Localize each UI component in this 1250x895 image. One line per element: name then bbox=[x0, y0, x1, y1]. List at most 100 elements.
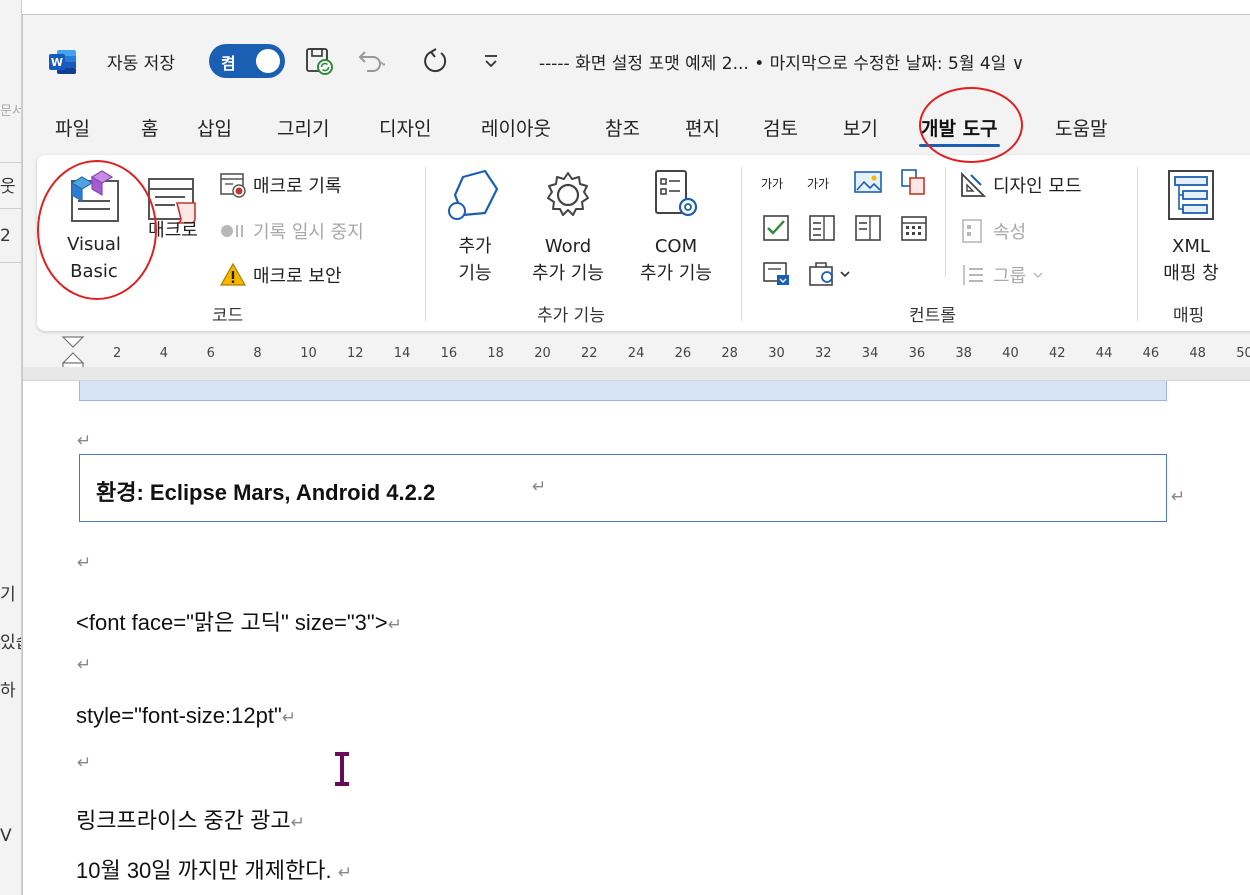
paragraph-mark: ↵ bbox=[77, 431, 92, 451]
save-icon[interactable] bbox=[303, 45, 335, 77]
tab-mailings[interactable]: 편지 bbox=[683, 115, 722, 151]
picture-control-icon[interactable] bbox=[853, 169, 883, 197]
properties-button[interactable]: 속성 bbox=[959, 217, 1026, 245]
title-bar: W 자동 저장 켬 ----- 화면 설정 포맷 예제 2... • 마지막으로… bbox=[23, 15, 1250, 107]
addins-icon bbox=[448, 169, 499, 220]
bg-text-fragment: 문서 bbox=[0, 104, 22, 119]
xml-mapping-pane-button[interactable]: XML 매핑 창 bbox=[1147, 165, 1235, 287]
xml-label-2: 매핑 창 bbox=[1163, 263, 1219, 284]
tab-view[interactable]: 보기 bbox=[841, 115, 880, 151]
gear-icon bbox=[547, 172, 589, 216]
bg-divider bbox=[0, 162, 21, 163]
document-title[interactable]: ----- 화면 설정 포맷 예제 2... • 마지막으로 수정한 날짜: 5… bbox=[539, 49, 1024, 74]
macro-security-label: 매크로 보안 bbox=[253, 266, 342, 287]
shaded-paragraph-box bbox=[79, 381, 1167, 401]
ruler-number: 44 bbox=[1095, 346, 1113, 361]
rich-text-control-button[interactable]: 가가 bbox=[761, 175, 783, 192]
undo-icon[interactable] bbox=[353, 45, 385, 77]
tab-references[interactable]: 참조 bbox=[603, 115, 642, 151]
customize-toolbar-icon[interactable] bbox=[475, 45, 507, 77]
paragraph-mark: ↵ bbox=[387, 615, 402, 634]
ruler-number: 28 bbox=[721, 346, 738, 361]
text-cursor-icon bbox=[335, 752, 349, 786]
ruler-number: 16 bbox=[440, 346, 458, 361]
pause-recording-button[interactable]: 기록 일시 중지 bbox=[219, 217, 364, 245]
plain-text-control-button[interactable]: 가가 bbox=[807, 175, 829, 192]
ribbon-tabs: 파일 홈 삽입 그리기 디자인 레이아웃 참조 편지 검토 보기 개발 도구 도… bbox=[23, 115, 1250, 155]
ruler-number: 36 bbox=[908, 346, 926, 361]
legacy-forms-icon[interactable] bbox=[761, 259, 791, 289]
tab-insert[interactable]: 삽입 bbox=[195, 115, 234, 151]
tab-draw[interactable]: 그리기 bbox=[275, 115, 331, 151]
tab-file[interactable]: 파일 bbox=[53, 115, 92, 151]
paragraph-mark: ↵ bbox=[290, 813, 305, 832]
autosave-label: 자동 저장 bbox=[107, 54, 175, 74]
redo-icon[interactable] bbox=[419, 45, 451, 77]
bg-divider bbox=[0, 208, 21, 209]
cell-end-mark: ↵ bbox=[1171, 487, 1186, 507]
ribbon-panel: Visual Basic 매크로 매크로 기록 기록 일시 중지 매크로 보안 … bbox=[37, 155, 1250, 331]
date-text: 10월 30일 까지만 개제한다. bbox=[76, 858, 332, 883]
group-separator bbox=[1137, 167, 1138, 321]
group-button[interactable]: 그룹 bbox=[959, 261, 1044, 289]
controls-inner-separator bbox=[945, 167, 946, 277]
tab-layout[interactable]: 레이아웃 bbox=[479, 115, 553, 151]
addins-button[interactable]: 추가 기능 bbox=[443, 165, 507, 287]
ruler-number: 42 bbox=[1049, 346, 1066, 361]
ruler-number: 6 bbox=[206, 346, 215, 361]
document-page[interactable]: ↵ 환경: Eclipse Mars, Android 4.2.2 ↵ ↵ ↵ … bbox=[23, 381, 1250, 895]
annotation-circle-visual-basic bbox=[37, 160, 157, 300]
design-mode-icon bbox=[961, 171, 987, 197]
ruler-number: 38 bbox=[955, 346, 972, 361]
ruler-number: 46 bbox=[1142, 346, 1160, 361]
ad-line: 링크프라이스 중간 광고↵ bbox=[76, 803, 305, 835]
ruler-number: 2 bbox=[113, 346, 122, 361]
ruler-number: 22 bbox=[581, 346, 598, 361]
code-group-label: 코드 bbox=[212, 306, 244, 326]
bg-text-fragment: 하 bbox=[0, 681, 16, 701]
autosave-toggle[interactable]: 켬 bbox=[209, 44, 285, 78]
xml-mapping-icon bbox=[1168, 170, 1214, 220]
warning-icon bbox=[219, 262, 247, 286]
autosave-state: 켬 bbox=[221, 54, 236, 73]
bg-text-fragment: 기 bbox=[0, 585, 16, 605]
ruler-number: 32 bbox=[815, 346, 832, 361]
building-block-control-icon[interactable] bbox=[899, 167, 929, 197]
tab-review[interactable]: 검토 bbox=[761, 115, 800, 151]
pause-icon bbox=[221, 225, 243, 237]
combo-box-control-icon[interactable] bbox=[807, 213, 837, 243]
paragraph-mark: ↵ bbox=[532, 477, 547, 497]
addins-label-1: 추가 bbox=[458, 236, 492, 257]
legacy-tools-icon[interactable] bbox=[807, 259, 853, 289]
word-addins-button[interactable]: Word 추가 기능 bbox=[519, 165, 617, 287]
ruler-number: 12 bbox=[347, 346, 364, 361]
background-window: 문서 웃 2 기 있습 하 V bbox=[0, 0, 22, 895]
com-addins-button[interactable]: COM 추가 기능 bbox=[627, 165, 725, 287]
com-addins-icon bbox=[655, 170, 698, 217]
xml-label-1: XML bbox=[1172, 236, 1210, 257]
record-macro-label: 매크로 기록 bbox=[253, 176, 342, 197]
design-mode-label: 디자인 모드 bbox=[993, 176, 1082, 197]
record-macro-icon bbox=[220, 173, 246, 198]
tab-home[interactable]: 홈 bbox=[139, 115, 160, 151]
macro-security-button[interactable]: 매크로 보안 bbox=[219, 261, 342, 289]
word-app-icon[interactable]: W bbox=[49, 49, 77, 75]
paragraph-mark: ↵ bbox=[77, 753, 92, 773]
controls-group-label: 컨트롤 bbox=[909, 306, 956, 326]
chevron-down-icon bbox=[1033, 272, 1043, 278]
design-mode-button[interactable]: 디자인 모드 bbox=[959, 171, 1082, 199]
date-picker-control-icon[interactable] bbox=[899, 213, 929, 243]
ruler-number: 4 bbox=[159, 346, 169, 361]
style-text: style="font-size:12pt" bbox=[76, 703, 282, 728]
font-tag-text: <font face="맑은 고딕" size="3"> bbox=[76, 610, 388, 635]
record-macro-button[interactable]: 매크로 기록 bbox=[219, 171, 342, 199]
ruler-number: 30 bbox=[768, 346, 785, 361]
checkbox-control-icon[interactable] bbox=[761, 213, 791, 243]
ad-text: 링크프라이스 중간 광고 bbox=[76, 808, 291, 833]
tab-help[interactable]: 도움말 bbox=[1053, 115, 1109, 151]
environment-box: 환경: Eclipse Mars, Android 4.2.2 ↵ bbox=[79, 454, 1167, 522]
pause-recording-label: 기록 일시 중지 bbox=[253, 222, 364, 243]
ruler-number: 34 bbox=[861, 346, 879, 361]
dropdown-list-control-icon[interactable] bbox=[853, 213, 883, 243]
tab-design[interactable]: 디자인 bbox=[377, 115, 433, 151]
